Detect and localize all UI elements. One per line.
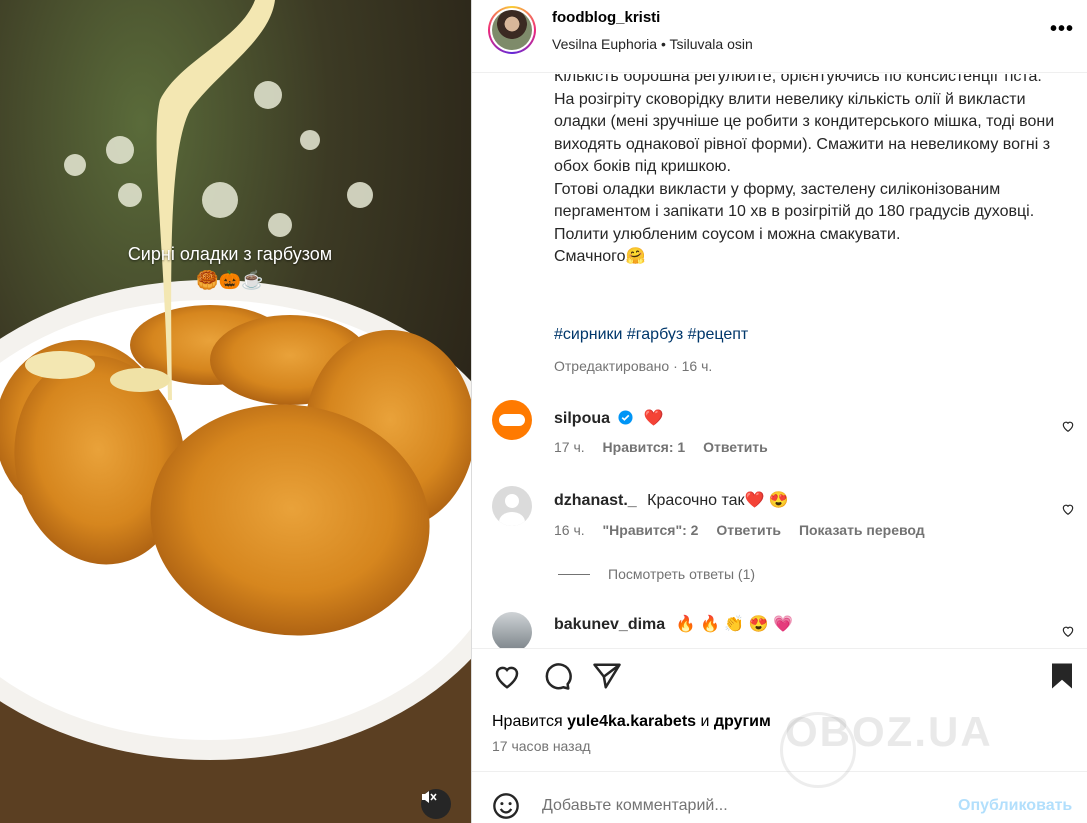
watermark: OBOZ.UA bbox=[785, 708, 993, 755]
more-options-icon[interactable]: ••• bbox=[1050, 18, 1074, 41]
commenter-avatar[interactable] bbox=[492, 486, 532, 526]
smiley-icon[interactable] bbox=[492, 792, 520, 820]
comment-like-heart-icon[interactable] bbox=[1061, 419, 1075, 433]
video-overlay-title: Сирні оладки з гарбузом bbox=[127, 244, 333, 264]
reply-button[interactable]: Ответить bbox=[716, 522, 781, 538]
post-dialog: Сирні оладки з гарбузом 🥮🎃☕ foodblog_kri… bbox=[0, 0, 1087, 823]
commenter-username[interactable]: bakunev_dima bbox=[554, 616, 665, 633]
bookmark-icon[interactable] bbox=[1047, 661, 1077, 691]
view-replies-button[interactable]: Посмотреть ответы (1) bbox=[558, 566, 755, 582]
commenter-avatar[interactable] bbox=[492, 400, 532, 440]
comment-time: 17 ч. bbox=[554, 439, 585, 455]
caption-hashtags[interactable]: #сирники #гарбуз #рецепт bbox=[554, 326, 748, 344]
comment-likes-count[interactable]: Нравится: 1 bbox=[603, 439, 686, 455]
commenter-username[interactable]: dzhanast._ bbox=[554, 492, 637, 509]
speaker-muted-icon bbox=[422, 791, 437, 803]
publish-button[interactable]: Опубликовать bbox=[958, 797, 1072, 815]
comments-scroll-area[interactable]: Кількість борошна регулюйте, орієнтуючис… bbox=[472, 74, 1087, 648]
likes-others[interactable]: другим bbox=[714, 713, 771, 730]
heart-icon[interactable] bbox=[492, 661, 522, 691]
post-header: foodblog_kristi Vesilna Euphoria • Tsilu… bbox=[472, 0, 1087, 73]
video-overlay-emoji: 🥮🎃☕ bbox=[196, 270, 264, 290]
post-timestamp[interactable]: 17 часов назад bbox=[492, 738, 591, 754]
post-caption: Кількість борошна регулюйте, орієнтуючис… bbox=[554, 74, 1055, 265]
post-video[interactable]: Сирні оладки з гарбузом 🥮🎃☕ bbox=[0, 0, 471, 823]
add-comment-bar: Добавьте комментарий... Опубликовать bbox=[472, 771, 1087, 823]
share-icon[interactable] bbox=[592, 661, 622, 691]
likes-summary[interactable]: Нравится yule4ka.karabets и другим bbox=[492, 713, 771, 731]
audio-track-link[interactable]: Vesilna Euphoria • Tsiluvala osin bbox=[552, 36, 753, 52]
comment-text: Красочно так❤️ 😍 bbox=[647, 492, 789, 509]
post-side-panel: foodblog_kristi Vesilna Euphoria • Tsilu… bbox=[471, 0, 1087, 823]
comment-likes-count[interactable]: "Нравится": 2 bbox=[603, 522, 699, 538]
verified-badge-icon bbox=[618, 410, 633, 425]
mute-button[interactable] bbox=[421, 789, 451, 819]
reply-button[interactable]: Ответить bbox=[703, 439, 768, 455]
author-username[interactable]: foodblog_kristi bbox=[552, 9, 660, 26]
commenter-username[interactable]: silpoua bbox=[554, 410, 610, 427]
liker-username[interactable]: yule4ka.karabets bbox=[567, 713, 696, 730]
comment-text: 🔥 🔥 👏 😍 💗 bbox=[675, 616, 793, 633]
comment-time: 16 ч. bbox=[554, 522, 585, 538]
author-avatar[interactable] bbox=[488, 6, 536, 54]
comment-text: ❤️ bbox=[643, 410, 664, 427]
food-photo bbox=[0, 0, 471, 823]
comment-like-heart-icon[interactable] bbox=[1061, 624, 1075, 638]
caption-edited-time: Отредактировано · 16 ч. bbox=[554, 358, 713, 374]
comment-like-heart-icon[interactable] bbox=[1061, 502, 1075, 516]
comment-input[interactable]: Добавьте комментарий... bbox=[542, 797, 728, 815]
comment-icon[interactable] bbox=[542, 661, 572, 691]
show-translation-button[interactable]: Показать перевод bbox=[799, 522, 925, 538]
commenter-avatar[interactable] bbox=[492, 612, 532, 648]
